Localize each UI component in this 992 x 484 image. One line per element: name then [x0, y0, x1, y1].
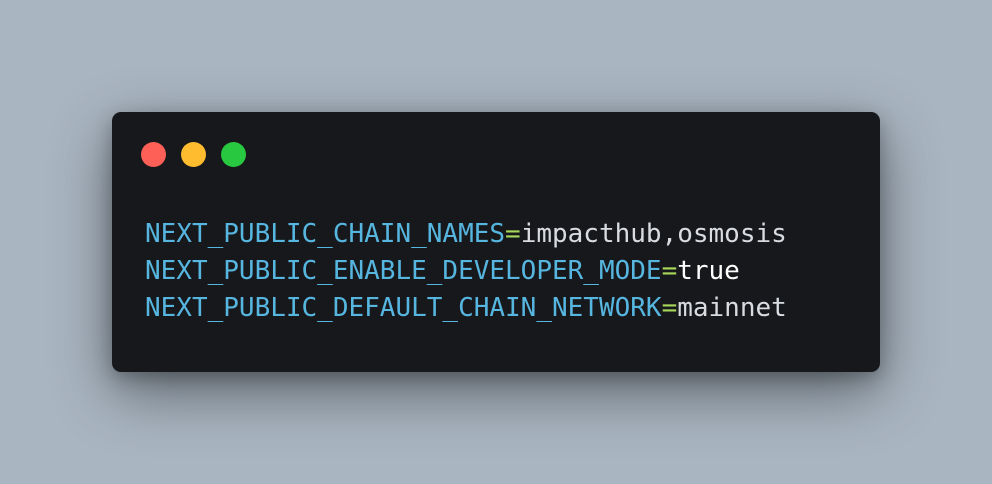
code-line: NEXT_PUBLIC_CHAIN_NAMES=impacthub,osmosi… [145, 216, 787, 253]
env-value: true [677, 256, 740, 286]
minimize-window-button[interactable] [181, 142, 206, 167]
equals-sign: = [661, 293, 678, 323]
close-window-button[interactable] [141, 142, 166, 167]
code-line: NEXT_PUBLIC_DEFAULT_CHAIN_NETWORK=mainne… [145, 290, 787, 327]
env-key: NEXT_PUBLIC_ENABLE_DEVELOPER_MODE [145, 256, 662, 286]
window-controls [141, 142, 246, 167]
equals-sign: = [505, 219, 521, 249]
env-key: NEXT_PUBLIC_DEFAULT_CHAIN_NETWORK [145, 293, 662, 323]
env-value: impacthub,osmosis [520, 219, 787, 249]
env-value: mainnet [677, 293, 787, 323]
env-key: NEXT_PUBLIC_CHAIN_NAMES [145, 219, 506, 249]
code-line: NEXT_PUBLIC_ENABLE_DEVELOPER_MODE=true [145, 253, 787, 290]
maximize-window-button[interactable] [221, 142, 246, 167]
code-block: NEXT_PUBLIC_CHAIN_NAMES=impacthub,osmosi… [145, 216, 787, 327]
code-window: NEXT_PUBLIC_CHAIN_NAMES=impacthub,osmosi… [112, 112, 880, 372]
equals-sign: = [661, 256, 678, 286]
